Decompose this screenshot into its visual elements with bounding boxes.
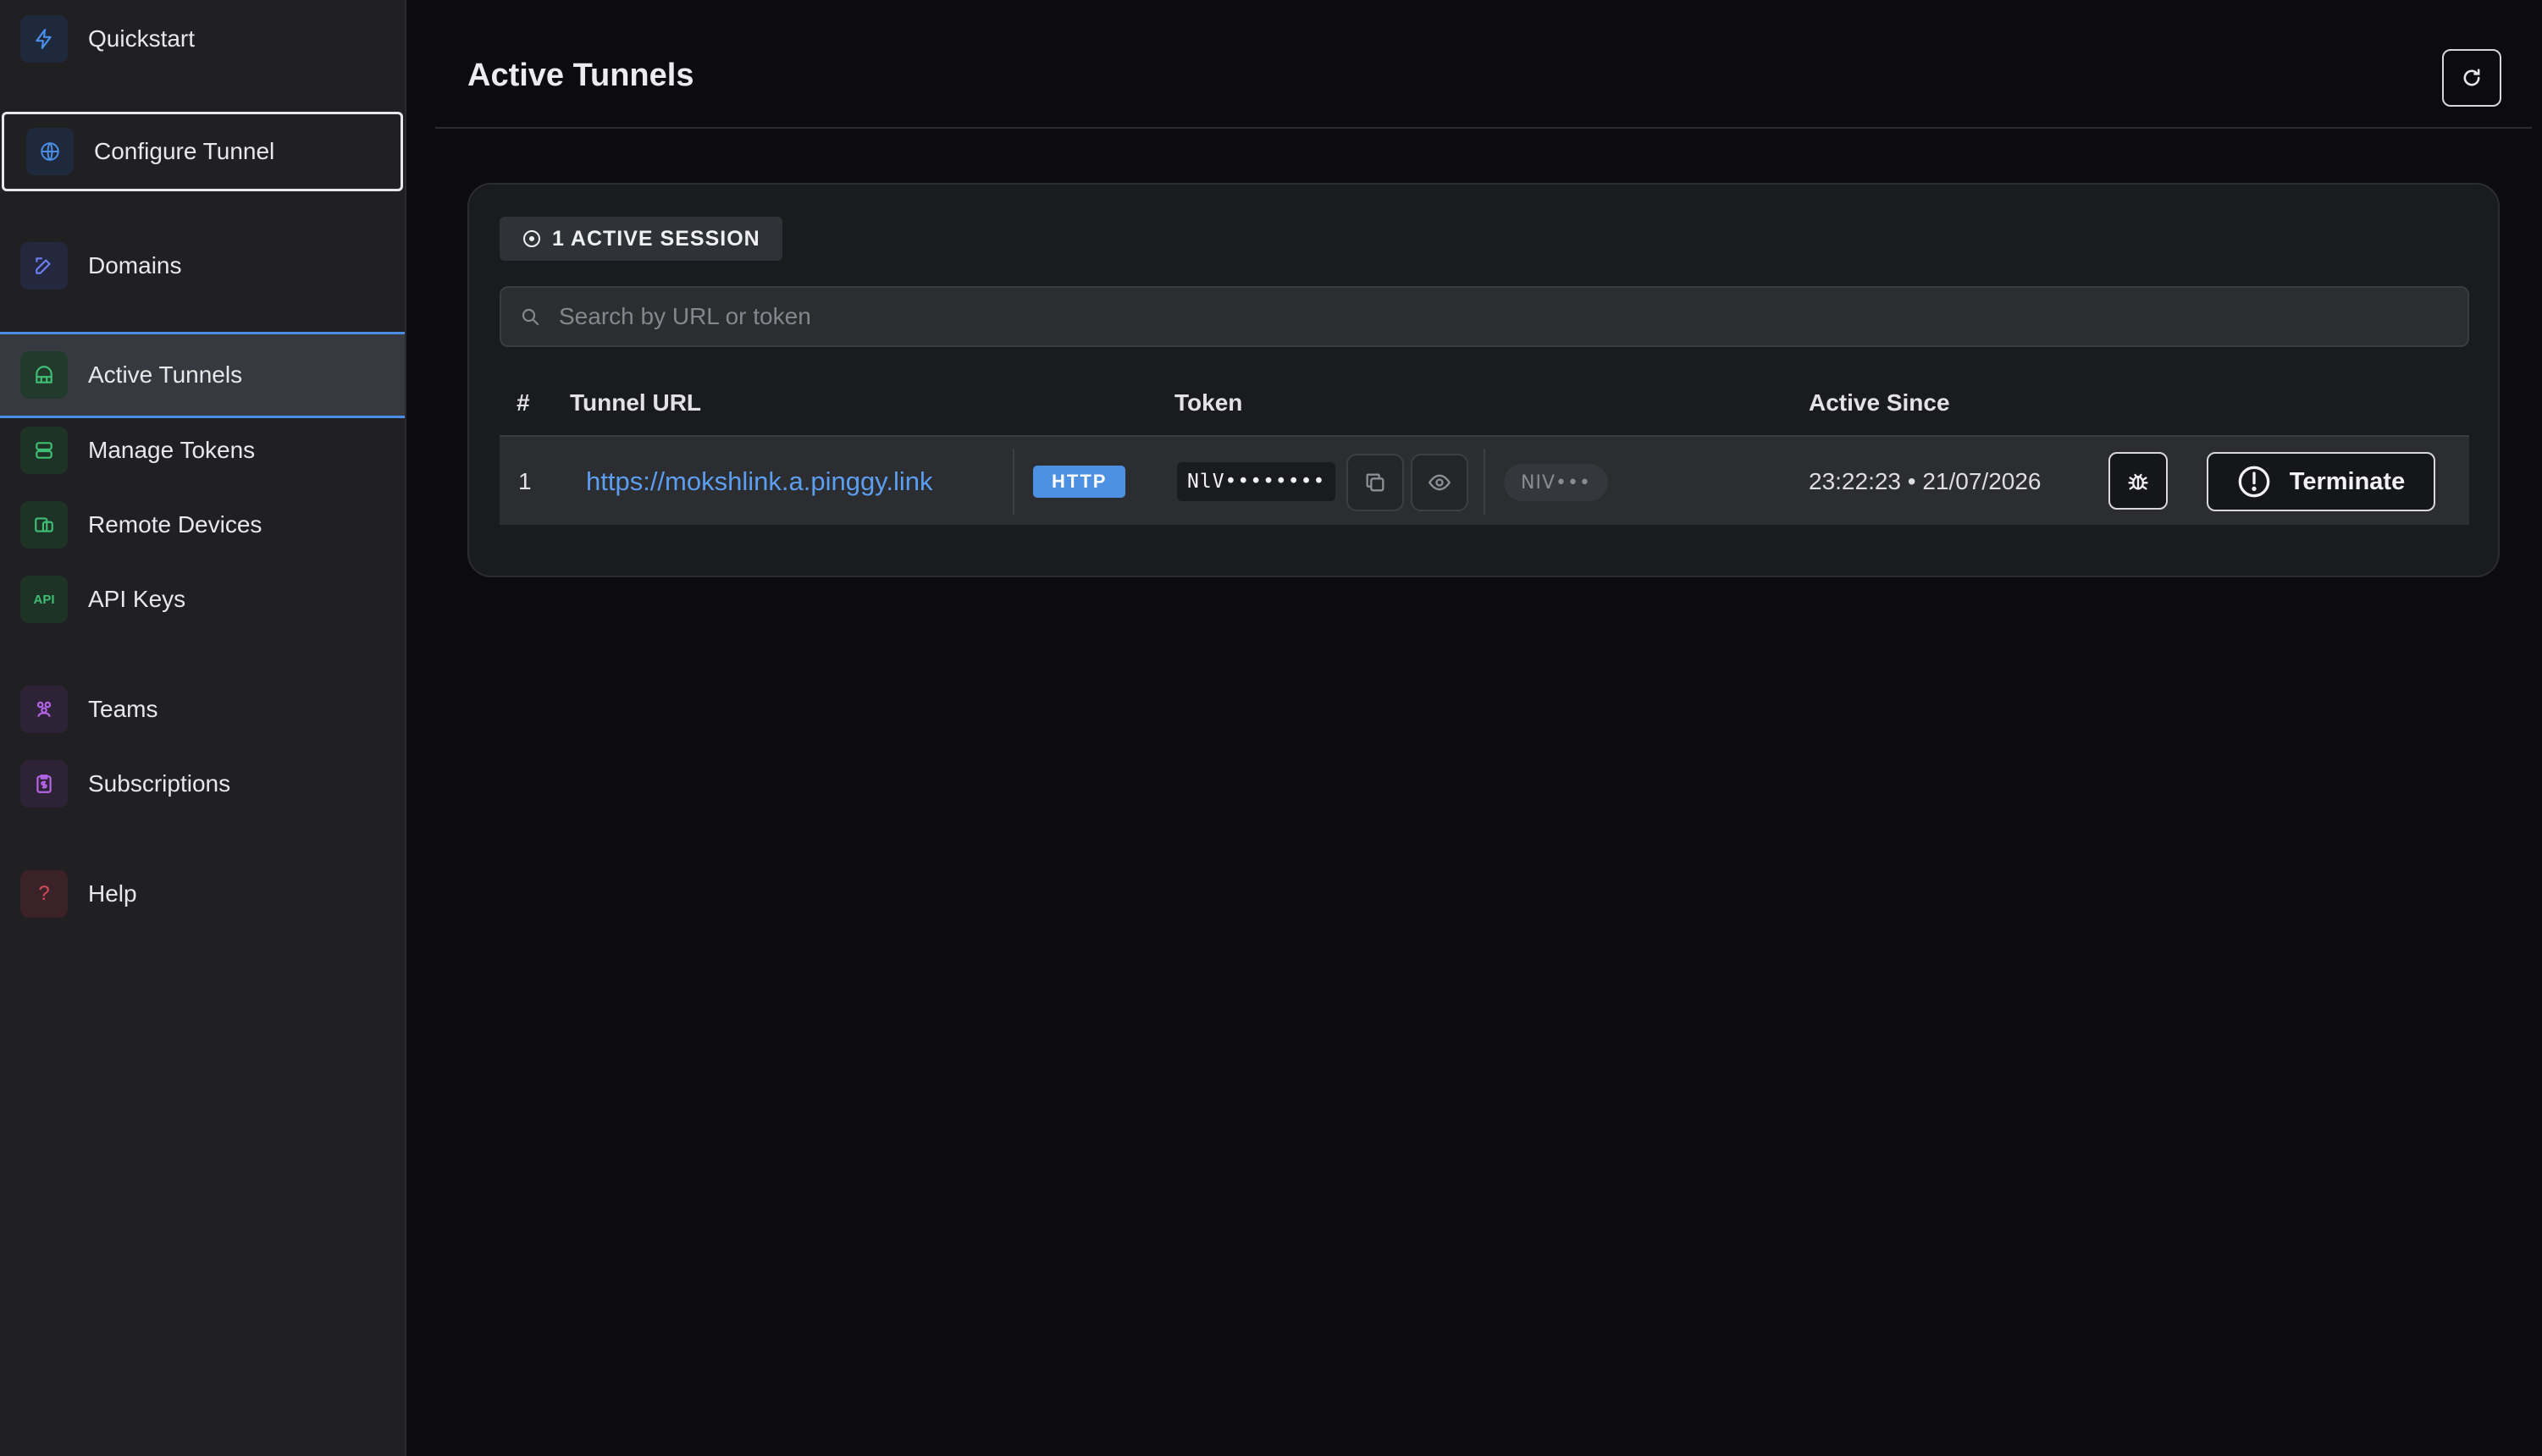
server-icon (20, 427, 68, 474)
column-header-active-since: Active Since (1809, 389, 1950, 416)
app-root: Quickstart Configure Tunnel Domains Acti… (0, 0, 2542, 1456)
sidebar: Quickstart Configure Tunnel Domains Acti… (0, 0, 406, 1456)
sidebar-item-api-keys[interactable]: API API Keys (0, 564, 405, 635)
sidebar-item-label: API Keys (88, 586, 186, 612)
sidebar-item-quickstart[interactable]: Quickstart (0, 3, 405, 74)
search-box (500, 286, 2469, 347)
active-session-badge: 1 ACTIVE SESSION (500, 217, 782, 261)
copy-token-button[interactable] (1346, 454, 1404, 511)
search-input[interactable] (559, 303, 2467, 330)
row-divider (1013, 449, 1014, 515)
www-globe-icon (26, 128, 74, 175)
tunnel-icon (20, 351, 68, 399)
sidebar-item-manage-tokens[interactable]: Manage Tokens (0, 415, 405, 486)
sidebar-item-teams[interactable]: Teams (0, 674, 405, 745)
protocol-badge: HTTP (1033, 466, 1126, 498)
sidebar-item-label: Remote Devices (88, 511, 262, 538)
active-since-value: 23:22:23 • 21/07/2026 (1809, 468, 2042, 494)
question-icon: ? (20, 870, 68, 918)
sidebar-item-label: Quickstart (88, 25, 196, 52)
sidebar-item-configure-tunnel[interactable]: Configure Tunnel (2, 112, 403, 191)
terminate-label: Terminate (2289, 467, 2406, 495)
devices-icon (20, 501, 68, 549)
search-icon (522, 308, 539, 326)
sidebar-item-label: Domains (88, 252, 182, 279)
refresh-button[interactable] (2442, 49, 2501, 107)
clipboard-dollar-icon (20, 760, 68, 808)
active-session-count: 1 ACTIVE SESSION (552, 226, 760, 251)
sidebar-item-help[interactable]: ? Help (0, 858, 405, 929)
row-index: 1 (518, 468, 532, 494)
page-title: Active Tunnels (467, 58, 694, 93)
sidebar-item-label: Manage Tokens (88, 437, 256, 463)
sidebar-item-label: Teams (88, 696, 158, 722)
token-masked: NlV•••••••• (1177, 462, 1336, 501)
clock-icon (523, 230, 540, 247)
sidebar-item-subscriptions[interactable]: Subscriptions (0, 748, 405, 819)
sidebar-item-domains[interactable]: Domains (0, 230, 405, 301)
sidebar-item-remote-devices[interactable]: Remote Devices (0, 489, 405, 560)
table-row: 1 https://mokshlink.a.pinggy.link HTTP N… (500, 435, 2469, 525)
api-icon: API (20, 576, 68, 623)
sidebar-item-label: Configure Tunnel (94, 138, 275, 164)
copy-icon (1366, 473, 1384, 492)
row-divider (1484, 449, 1485, 515)
sidebar-item-label: Active Tunnels (88, 361, 243, 388)
bug-icon (2128, 473, 2148, 490)
eye-icon (1428, 474, 1451, 491)
debug-button[interactable] (2108, 452, 2168, 510)
page-header: Active Tunnels (435, 0, 2532, 129)
people-icon (20, 686, 68, 733)
sidebar-item-active-tunnels[interactable]: Active Tunnels (0, 332, 405, 418)
refresh-icon (2463, 69, 2480, 86)
alert-circle-icon (2238, 466, 2270, 498)
sidebar-item-label: Help (88, 880, 137, 907)
reveal-token-button[interactable] (1411, 454, 1468, 511)
sidebar-item-label: Subscriptions (88, 770, 231, 797)
tunnel-url-link[interactable]: https://mokshlink.a.pinggy.link (586, 437, 933, 527)
token-prefix: NIV••• (1504, 464, 1608, 501)
terminate-button[interactable]: Terminate (2207, 452, 2435, 511)
column-header-tunnel-url: Tunnel URL (570, 389, 702, 416)
edit-pen-icon (20, 242, 68, 290)
column-header-token: Token (1174, 389, 1243, 416)
column-header-index: # (517, 389, 530, 416)
bolt-icon (20, 15, 68, 63)
